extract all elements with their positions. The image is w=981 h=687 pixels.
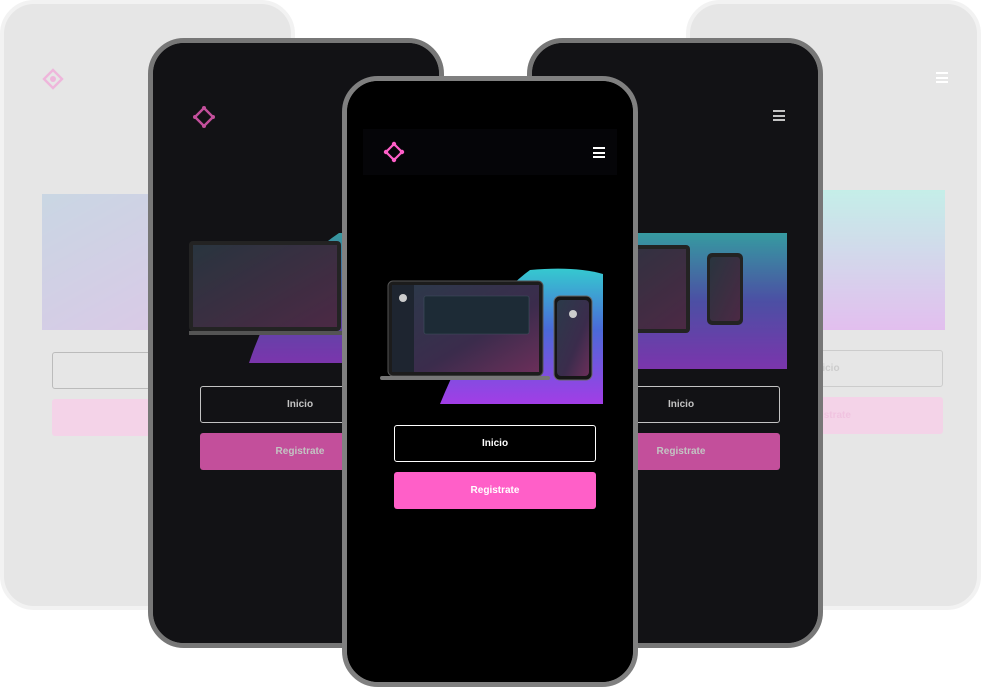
diamond-logo-icon — [42, 68, 64, 90]
hamburger-menu-icon[interactable] — [593, 147, 605, 158]
diamond-logo-icon — [193, 106, 215, 128]
login-button[interactable]: Inicio — [394, 425, 596, 462]
register-button[interactable]: Registrate — [394, 472, 596, 509]
hamburger-menu-icon[interactable] — [936, 72, 948, 83]
phone-mockup-center: Inicio Registrate — [342, 76, 638, 687]
laptop-illustration — [380, 280, 550, 380]
hero-image — [380, 266, 603, 404]
top-nav-bar — [363, 129, 617, 175]
diamond-logo-icon[interactable] — [383, 141, 405, 163]
phone-illustration — [553, 295, 593, 381]
hamburger-menu-icon[interactable] — [773, 110, 785, 121]
